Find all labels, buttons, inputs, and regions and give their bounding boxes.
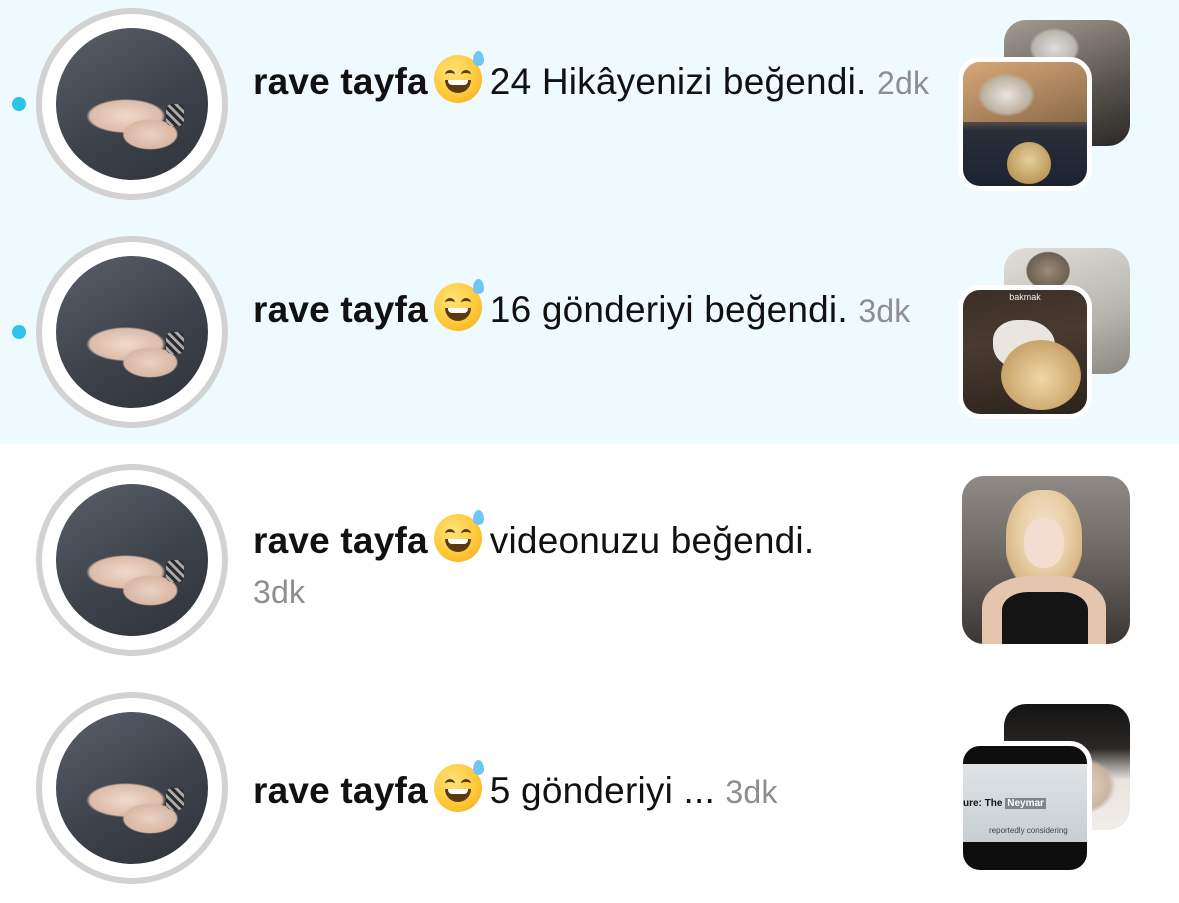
notification-text: rave tayfa 24 Hikâyenizi beğendi. 2dk xyxy=(253,51,933,108)
username[interactable]: rave tayfa xyxy=(253,289,428,330)
notification-text: rave tayfa videonuzu beğendi. 3dk xyxy=(253,510,953,617)
thumbnail-subcaption: reportedly considering xyxy=(989,826,1068,835)
notification-message: 5 gönderiyi ... xyxy=(489,770,715,811)
notification-message: 16 gönderiyi beğendi. xyxy=(489,289,848,330)
notification-row[interactable]: rave tayfa videonuzu beğendi. 3dk xyxy=(0,456,1179,684)
unread-dot xyxy=(12,97,26,111)
video-thumbnail[interactable] xyxy=(962,476,1130,644)
timestamp: 3dk xyxy=(253,574,306,610)
notification-row[interactable]: rave tayfa 16 gönderiyi beğendi. 3dk bakm… xyxy=(0,228,1179,444)
timestamp: 3dk xyxy=(725,774,778,810)
avatar-image xyxy=(56,256,208,408)
grinning-face-with-sweat-icon xyxy=(433,51,484,103)
avatar-image xyxy=(56,28,208,180)
notification-row[interactable]: rave tayfa 24 Hikâyenizi beğendi. 2dk xyxy=(0,0,1179,228)
timestamp: 3dk xyxy=(858,293,911,329)
avatar[interactable] xyxy=(36,464,228,656)
timestamp: 2dk xyxy=(876,65,930,101)
notification-message: videonuzu beğendi. xyxy=(489,520,815,561)
thumbnail-caption-highlight: Neymar xyxy=(1005,798,1046,809)
username[interactable]: rave tayfa xyxy=(253,770,428,811)
story-thumbnail-front[interactable] xyxy=(958,57,1092,191)
avatar-image xyxy=(56,484,208,636)
avatar[interactable] xyxy=(36,692,228,884)
thumbnail-caption: ure: The xyxy=(963,798,1003,809)
post-thumbnail-front[interactable]: ure: The Neymar reportedly considering xyxy=(958,741,1092,875)
username[interactable]: rave tayfa xyxy=(253,520,428,561)
grinning-face-with-sweat-icon xyxy=(433,510,484,562)
avatar[interactable] xyxy=(36,8,228,200)
grinning-face-with-sweat-icon xyxy=(433,279,484,331)
avatar-image xyxy=(56,712,208,864)
grinning-face-with-sweat-icon xyxy=(433,760,484,812)
avatar[interactable] xyxy=(36,236,228,428)
notification-row[interactable]: rave tayfa 5 gönderiyi ... 3dk ure: The N… xyxy=(0,684,1179,903)
notification-text: rave tayfa 5 gönderiyi ... 3dk xyxy=(253,760,953,817)
notification-message: 24 Hikâyenizi beğendi. xyxy=(489,61,867,102)
unread-dot xyxy=(12,325,26,339)
post-thumbnail-front[interactable]: bakmak xyxy=(958,285,1092,419)
thumbnail-caption: bakmak xyxy=(1009,292,1041,302)
notification-text: rave tayfa 16 gönderiyi beğendi. 3dk xyxy=(253,279,933,336)
username[interactable]: rave tayfa xyxy=(253,61,428,102)
